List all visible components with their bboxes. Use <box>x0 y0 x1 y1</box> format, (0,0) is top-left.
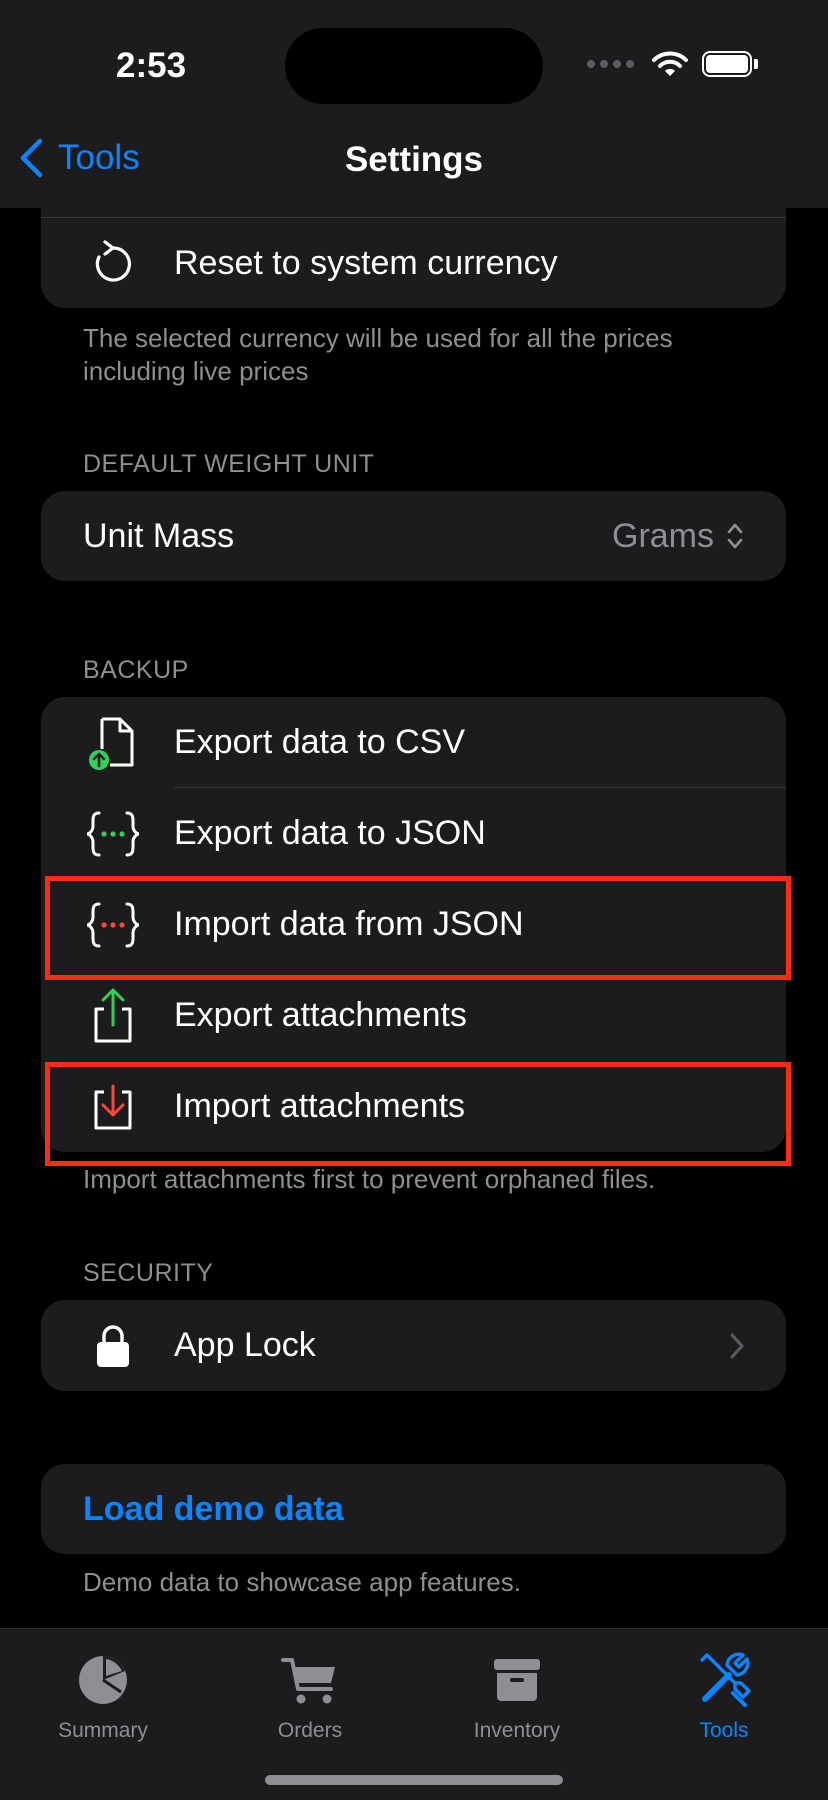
reset-arrow-icon <box>85 233 141 293</box>
load-demo-data-row[interactable]: Load demo data <box>41 1464 786 1554</box>
page-title: Settings <box>344 140 484 179</box>
chevron-updown-icon <box>726 521 744 551</box>
tab-inventory[interactable]: Inventory <box>427 1649 607 1743</box>
unit-mass-picker[interactable]: Grams <box>612 517 744 556</box>
weight-section-header: DEFAULT WEIGHT UNIT <box>83 450 375 478</box>
tab-tools-label: Tools <box>699 1719 749 1742</box>
navigation-bar: 2:53 Tools Settings <box>0 0 828 208</box>
unit-mass-label: Unit Mass <box>83 516 235 555</box>
settings-content: Reset to system currency The selected cu… <box>0 0 828 1800</box>
wifi-icon <box>652 50 688 78</box>
app-lock-row[interactable]: App Lock <box>41 1300 786 1391</box>
export-attachments-row[interactable]: Export attachments <box>41 970 786 1061</box>
backup-footer: Import attachments first to prevent orph… <box>83 1164 656 1194</box>
security-group: App Lock <box>41 1300 786 1391</box>
export-csv-label: Export data to CSV <box>174 723 466 761</box>
unit-mass-row[interactable]: Unit Mass Grams <box>41 491 786 581</box>
security-section-header: SECURITY <box>83 1259 214 1287</box>
archive-box-icon <box>427 1649 607 1711</box>
export-json-row[interactable]: Export data to JSON <box>41 788 786 879</box>
highlight-import-json <box>45 876 791 980</box>
weight-group: Unit Mass Grams <box>41 491 786 581</box>
cellular-signal-icon <box>587 60 634 68</box>
share-icon <box>85 986 141 1046</box>
highlight-import-attachments <box>45 1062 791 1166</box>
backup-section-header: BACKUP <box>83 656 189 684</box>
export-json-label: Export data to JSON <box>174 814 486 852</box>
tab-bar: Summary Orders Inventory Tools <box>0 1628 828 1800</box>
demo-footer: Demo data to showcase app features. <box>83 1567 521 1597</box>
status-indicators <box>587 50 758 78</box>
dynamic-island <box>285 28 543 104</box>
csv-export-icon <box>85 713 141 773</box>
load-demo-data-button[interactable]: Load demo data <box>83 1490 344 1529</box>
status-time: 2:53 <box>116 46 187 85</box>
tools-icon <box>634 1649 814 1711</box>
app-lock-label: App Lock <box>174 1326 316 1364</box>
cart-icon <box>220 1649 400 1711</box>
pie-chart-icon <box>13 1649 193 1711</box>
tab-summary[interactable]: Summary <box>13 1649 193 1743</box>
reset-currency-label: Reset to system currency <box>174 243 558 282</box>
tab-inventory-label: Inventory <box>473 1719 561 1742</box>
json-export-icon <box>85 804 141 864</box>
currency-footer: The selected currency will be used for a… <box>83 323 673 386</box>
tab-orders-label: Orders <box>277 1719 343 1742</box>
battery-icon <box>702 51 758 77</box>
lock-icon <box>85 1316 141 1376</box>
reset-currency-row[interactable]: Reset to system currency <box>41 217 786 308</box>
demo-group: Load demo data <box>41 1464 786 1554</box>
tab-summary-label: Summary <box>58 1719 148 1742</box>
unit-mass-value: Grams <box>612 516 714 555</box>
export-csv-row[interactable]: Export data to CSV <box>41 697 786 788</box>
export-attachments-label: Export attachments <box>174 996 467 1034</box>
home-indicator[interactable] <box>265 1775 563 1785</box>
tab-tools[interactable]: Tools <box>634 1649 814 1743</box>
tab-orders[interactable]: Orders <box>220 1649 400 1743</box>
chevron-right-icon <box>730 1333 744 1359</box>
